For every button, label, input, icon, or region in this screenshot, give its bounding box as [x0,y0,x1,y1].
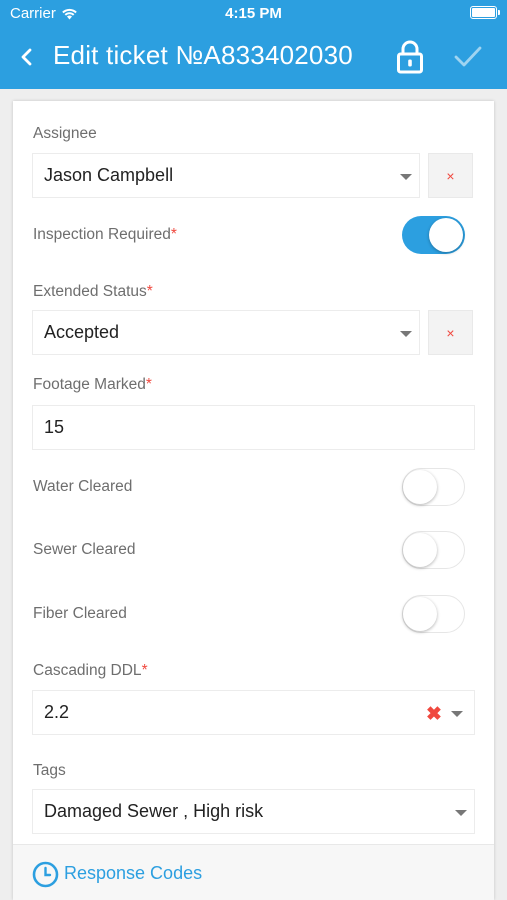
assignee-value: Jason Campbell [44,165,174,185]
ticket-form-card: Assignee Jason Campbell × Inspection Req… [13,101,494,900]
nav-bar: Edit ticket №A833402030 [0,26,507,89]
inspection-required-label: Inspection Required* [33,226,177,243]
tags-label: Tags [33,762,66,779]
cascading-ddl-label: Cascading DDL* [33,662,148,679]
sewer-cleared-label: Sewer Cleared [33,541,136,558]
back-arrow-icon[interactable] [14,42,40,72]
fiber-cleared-label: Fiber Cleared [33,605,127,622]
inspection-required-toggle[interactable] [402,216,465,254]
lock-icon[interactable] [394,38,426,76]
status-time: 4:15 PM [225,5,282,22]
chevron-down-icon [400,331,412,337]
extended-status-select[interactable]: Accepted [32,310,420,355]
clear-x-icon[interactable]: ✖ [426,705,442,724]
footage-marked-label: Footage Marked* [33,376,152,393]
fiber-cleared-toggle[interactable] [402,595,465,633]
chevron-down-icon [400,174,412,180]
clock-icon [32,861,59,888]
app-header: Carrier 4:15 PM Edit ticket №A833402030 [0,0,507,89]
response-codes-bar: Response Codes [13,845,494,900]
extended-status-label: Extended Status* [33,283,153,300]
tags-value: Damaged Sewer , High risk [44,801,264,821]
chevron-down-icon [451,711,463,717]
assignee-clear-button[interactable]: × [428,153,473,198]
tags-select[interactable]: Damaged Sewer , High risk [32,789,475,834]
footage-marked-value: 15 [44,417,65,437]
save-check-icon[interactable] [451,42,485,72]
status-bar: Carrier 4:15 PM [0,0,507,26]
battery-icon [470,6,500,19]
page-title: Edit ticket №A833402030 [53,40,353,70]
cascading-ddl-select[interactable]: 2.2 ✖ [32,690,475,735]
chevron-down-icon [455,810,467,816]
water-cleared-toggle[interactable] [402,468,465,506]
sewer-cleared-toggle[interactable] [402,531,465,569]
extended-status-value: Accepted [44,322,120,342]
extended-status-clear-button[interactable]: × [428,310,473,355]
footage-marked-input[interactable]: 15 [32,405,475,450]
cascading-ddl-value: 2.2 [44,702,70,722]
response-codes-link[interactable]: Response Codes [64,863,202,884]
water-cleared-label: Water Cleared [33,478,133,495]
assignee-label: Assignee [33,125,97,142]
assignee-select[interactable]: Jason Campbell [32,153,420,198]
